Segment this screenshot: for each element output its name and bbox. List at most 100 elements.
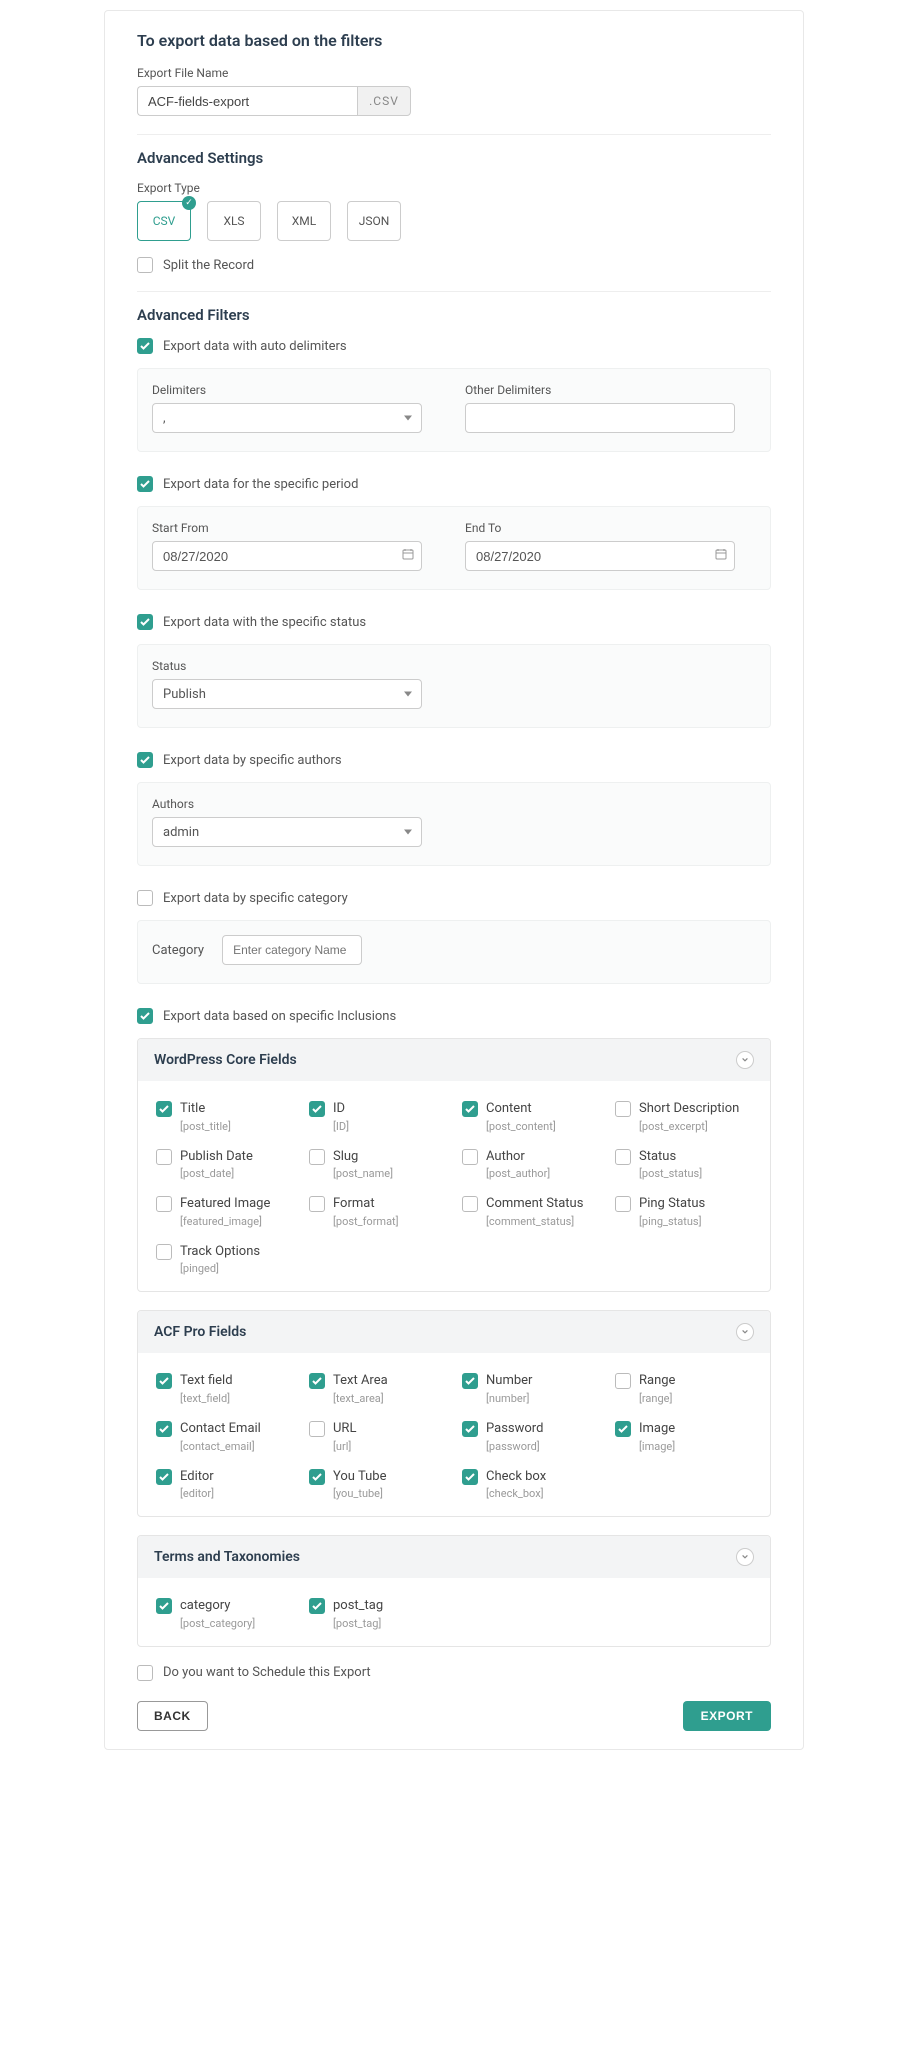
field-checkbox[interactable] xyxy=(156,1149,172,1165)
start-from-label: Start From xyxy=(152,521,443,535)
terms-title: Terms and Taxonomies xyxy=(154,1549,300,1565)
field-checkbox[interactable] xyxy=(309,1469,325,1485)
field-item: Check box[check_box] xyxy=(454,1463,607,1511)
field-label: Editor xyxy=(180,1469,293,1485)
field-item: Range[range] xyxy=(607,1367,760,1415)
export-type-json[interactable]: JSON xyxy=(347,201,401,241)
status-checkbox[interactable] xyxy=(137,614,153,630)
status-filter-label: Export data with the specific status xyxy=(163,615,366,630)
field-checkbox[interactable] xyxy=(156,1244,172,1260)
field-checkbox[interactable] xyxy=(156,1196,172,1212)
split-record-label: Split the Record xyxy=(163,258,254,273)
advanced-filters-title: Advanced Filters xyxy=(137,306,771,324)
field-label: Content xyxy=(486,1101,599,1117)
category-input[interactable] xyxy=(222,935,362,965)
export-button[interactable]: EXPORT xyxy=(683,1701,771,1731)
field-label: Comment Status xyxy=(486,1196,599,1212)
schedule-label: Do you want to Schedule this Export xyxy=(163,1665,371,1680)
chevron-down-icon[interactable] xyxy=(736,1548,754,1566)
field-key: [pinged] xyxy=(180,1262,293,1275)
export-type-csv[interactable]: CSV xyxy=(137,201,191,241)
field-key: [password] xyxy=(486,1440,599,1453)
split-record-checkbox[interactable] xyxy=(137,257,153,273)
field-item: Format[post_format] xyxy=(301,1190,454,1238)
field-key: [image] xyxy=(639,1440,752,1453)
field-checkbox[interactable] xyxy=(462,1421,478,1437)
field-checkbox[interactable] xyxy=(156,1421,172,1437)
field-checkbox[interactable] xyxy=(615,1421,631,1437)
field-checkbox[interactable] xyxy=(309,1101,325,1117)
field-checkbox[interactable] xyxy=(309,1196,325,1212)
field-checkbox[interactable] xyxy=(615,1373,631,1389)
field-label: Publish Date xyxy=(180,1149,293,1165)
field-item: category [post_category] xyxy=(148,1592,301,1640)
schedule-checkbox[interactable] xyxy=(137,1665,153,1681)
field-checkbox[interactable] xyxy=(615,1101,631,1117)
authors-checkbox[interactable] xyxy=(137,752,153,768)
file-name-input[interactable] xyxy=(137,86,357,116)
field-key: [post_category] xyxy=(180,1617,293,1630)
authors-select[interactable]: admin xyxy=(152,817,422,847)
field-key: [post_format] xyxy=(333,1215,446,1228)
page-title: To export data based on the filters xyxy=(137,31,771,50)
field-item: Publish Date[post_date] xyxy=(148,1143,301,1191)
field-checkbox[interactable] xyxy=(615,1149,631,1165)
field-checkbox[interactable] xyxy=(462,1373,478,1389)
export-type-xls[interactable]: XLS xyxy=(207,201,261,241)
field-label: Slug xyxy=(333,1149,446,1165)
delimiters-select[interactable]: , xyxy=(152,403,422,433)
field-key: [ping_status] xyxy=(639,1215,752,1228)
field-checkbox[interactable] xyxy=(309,1421,325,1437)
field-item: Number[number] xyxy=(454,1367,607,1415)
start-from-input[interactable] xyxy=(152,541,422,571)
field-checkbox[interactable] xyxy=(156,1101,172,1117)
field-item: Comment Status[comment_status] xyxy=(454,1190,607,1238)
export-types: CSV XLS XML JSON xyxy=(137,201,771,241)
field-label: Password xyxy=(486,1421,599,1437)
category-checkbox[interactable] xyxy=(137,890,153,906)
period-checkbox[interactable] xyxy=(137,476,153,492)
field-label: Range xyxy=(639,1373,752,1389)
field-key: [number] xyxy=(486,1392,599,1405)
field-item: You Tube[you_tube] xyxy=(301,1463,454,1511)
field-item: Author[post_author] xyxy=(454,1143,607,1191)
field-checkbox[interactable] xyxy=(309,1373,325,1389)
field-checkbox[interactable] xyxy=(156,1598,172,1614)
field-label: Text Area xyxy=(333,1373,446,1389)
field-key: [post_title] xyxy=(180,1120,293,1133)
file-ext-badge: .CSV xyxy=(357,86,411,116)
field-checkbox[interactable] xyxy=(462,1149,478,1165)
field-item: Track Options[pinged] xyxy=(148,1238,301,1286)
inclusions-checkbox[interactable] xyxy=(137,1008,153,1024)
back-button[interactable]: BACK xyxy=(137,1701,208,1731)
field-label: post_tag xyxy=(333,1598,446,1614)
field-key: [post_author] xyxy=(486,1167,599,1180)
status-select[interactable]: Publish xyxy=(152,679,422,709)
authors-filter-label: Export data by specific authors xyxy=(163,753,342,768)
end-to-input[interactable] xyxy=(465,541,735,571)
field-checkbox[interactable] xyxy=(615,1196,631,1212)
field-checkbox[interactable] xyxy=(462,1469,478,1485)
field-label: Text field xyxy=(180,1373,293,1389)
field-checkbox[interactable] xyxy=(309,1598,325,1614)
field-item: Title[post_title] xyxy=(148,1095,301,1143)
field-key: [contact_email] xyxy=(180,1440,293,1453)
field-key: [text_field] xyxy=(180,1392,293,1405)
field-key: [post_status] xyxy=(639,1167,752,1180)
other-delimiters-input[interactable] xyxy=(465,403,735,433)
field-checkbox[interactable] xyxy=(462,1196,478,1212)
chevron-down-icon[interactable] xyxy=(736,1323,754,1341)
field-key: [featured_image] xyxy=(180,1215,293,1228)
field-item: Ping Status[ping_status] xyxy=(607,1190,760,1238)
field-checkbox[interactable] xyxy=(156,1373,172,1389)
chevron-down-icon[interactable] xyxy=(736,1051,754,1069)
export-type-xml[interactable]: XML xyxy=(277,201,331,241)
delimiters-checkbox[interactable] xyxy=(137,338,153,354)
field-checkbox[interactable] xyxy=(462,1101,478,1117)
field-item: Image[image] xyxy=(607,1415,760,1463)
field-checkbox[interactable] xyxy=(309,1149,325,1165)
field-item: Contact Email[contact_email] xyxy=(148,1415,301,1463)
field-checkbox[interactable] xyxy=(156,1469,172,1485)
field-label: category xyxy=(180,1598,293,1614)
category-filter-label: Export data by specific category xyxy=(163,891,348,906)
